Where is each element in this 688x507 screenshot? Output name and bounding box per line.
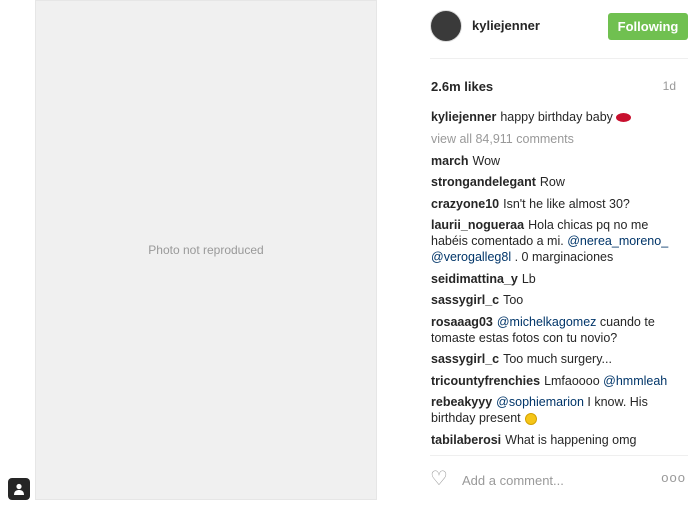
comment-mention[interactable]: @michelkagomez [497,315,597,329]
comment-text: Wow [472,153,501,168]
comment-text: Too [503,293,524,307]
comment-item: sassygirl_c Too much surgery... [431,351,681,367]
post-media-placeholder: Photo not reproduced [35,0,377,500]
comments-list[interactable]: kyliejenner happy birthday baby view all … [431,109,681,449]
avatar[interactable] [430,10,462,42]
person-tag-icon[interactable] [8,478,30,500]
following-button[interactable]: Following [608,13,688,40]
comment-username[interactable]: tabilaberosi [431,433,501,447]
comment-username[interactable]: laurii_nogueraa [431,218,524,232]
comment-text: Row [539,175,565,189]
header-divider [430,58,688,59]
comment-item: strongandelegant Row [431,174,681,190]
comment-item: rebeakyyy @sophiemarion I know. His birth… [431,394,681,426]
comment-username[interactable]: rebeakyyy [431,395,492,409]
comment-username[interactable]: tricountyfrenchies [431,374,540,388]
comment-username[interactable]: sassygirl_c [431,293,499,307]
author-username[interactable]: kyliejenner [472,18,540,33]
comment-text: Lmfaoooo [544,373,604,388]
comment-item: laurii_nogueraa Hola chicas pq no me habé… [431,217,681,265]
comment-username[interactable]: sassygirl_c [431,352,499,366]
heart-outline-icon[interactable]: ♡ [430,469,448,489]
comment-text: Isn't he like almost 30? [503,196,630,211]
add-comment-input[interactable] [460,468,654,492]
comment-bar: ♡ ooo [430,458,688,498]
person-tag-icon-glyph [14,483,24,495]
comment-mention[interactable]: @nerea_moreno_ [567,234,668,248]
comment-item: sassygirl_c Too [431,292,681,308]
comment-item: rosaaag03 @michelkagomez cuando te tomast… [431,314,681,346]
caption-text: happy birthday baby [500,110,613,124]
comment-username[interactable]: crazyone10 [431,197,499,211]
comment-item: march Wow [431,153,681,169]
comment-text: Too much surgery... [503,352,612,366]
comment-item: seidimattina_y Lb [431,271,681,287]
comment-text: Lb [521,271,536,286]
lips-emoji-icon [615,113,631,123]
comment-username[interactable]: rosaaag03 [431,315,493,329]
comment-item: tricountyfrenchies Lmfaoooo @hmmleah [431,373,681,389]
comment-username[interactable]: seidimattina_y [431,272,518,286]
likes-count[interactable]: 2.6m likes [431,79,493,94]
comment-text: . 0 marginaciones [511,250,614,264]
post-age[interactable]: 1d [663,79,676,93]
comment-text: What is happening omg [505,432,637,447]
comment-item: tabilaberosi What is happening omg [431,432,681,448]
footer-divider [430,455,688,456]
post-header: kyliejenner Following [430,10,688,44]
comment-mention[interactable]: @hmmleah [603,374,667,388]
comment-mention[interactable]: @sophiemarion [496,395,584,409]
post-side-panel: kyliejenner Following 2.6m likes 1d kyli… [418,0,688,507]
caption: kyliejenner happy birthday baby [431,109,681,125]
caption-username[interactable]: kyliejenner [431,110,496,124]
more-options-icon[interactable]: ooo [661,470,686,485]
comment-mention[interactable]: @verogalleg8l [431,250,511,264]
comment-username[interactable]: march [431,154,469,168]
comment-item: crazyone10 Isn't he like almost 30? [431,196,681,212]
comment-username[interactable]: strongandelegant [431,175,536,189]
view-all-comments-link[interactable]: view all 84,911 comments [431,131,681,147]
smiley-emoji-icon [524,412,537,425]
media-placeholder-note: Photo not reproduced [148,243,264,257]
